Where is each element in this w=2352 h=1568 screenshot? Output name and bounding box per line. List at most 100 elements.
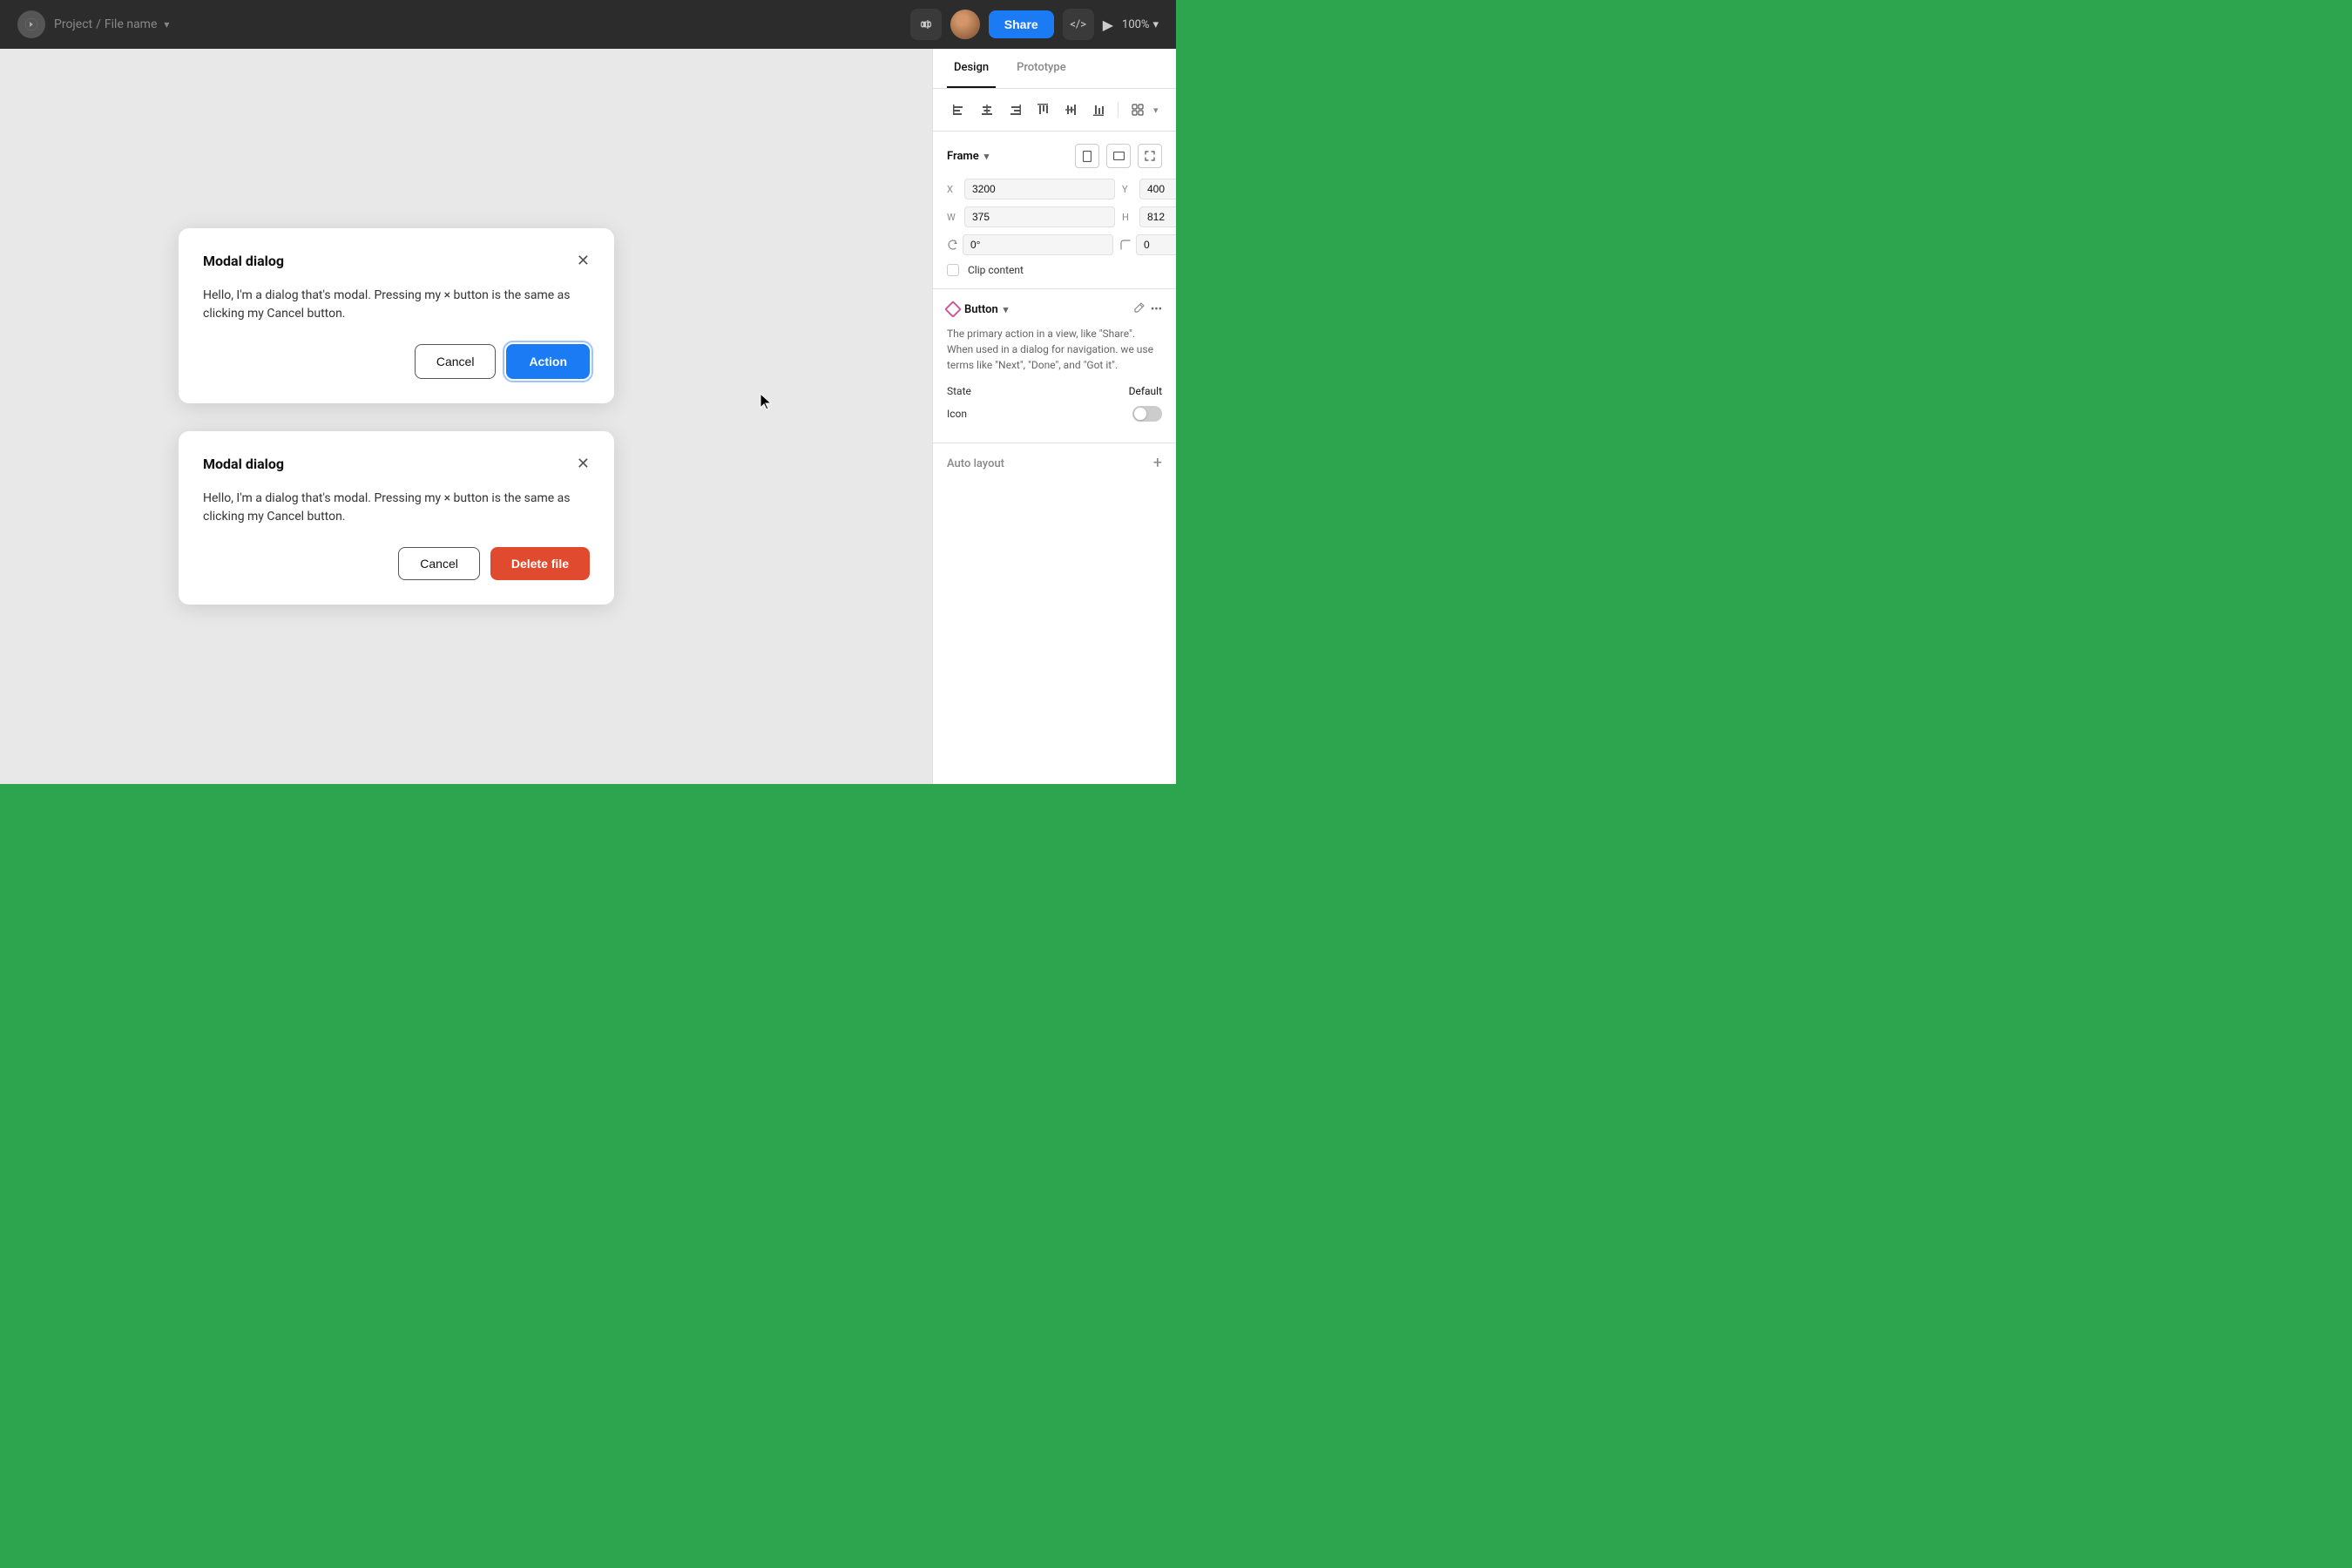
clip-content-label: Clip content (968, 264, 1024, 276)
corner-field (1120, 234, 1176, 255)
modal-footer-2: Cancel Delete file (203, 547, 590, 580)
modal-body-1: Hello, I'm a dialog that's modal. Pressi… (203, 287, 590, 323)
breadcrumb-separator: / (96, 17, 101, 31)
modal-header-2: Modal dialog ✕ (203, 456, 590, 472)
landscape-frame-icon[interactable] (1106, 144, 1131, 168)
panel-tabs: Design Prototype (933, 49, 1176, 89)
auto-layout-header: Auto layout + (947, 456, 1162, 471)
clip-content-checkbox[interactable] (947, 264, 959, 276)
icon-toggle[interactable] (1132, 406, 1162, 422)
state-label: State (947, 385, 971, 397)
xywh-grid: X Y W H (947, 179, 1162, 227)
edit-component-icon[interactable] (1133, 301, 1146, 317)
icon-row: Icon (947, 406, 1162, 422)
h-label: H (1122, 212, 1134, 223)
cancel-button-2[interactable]: Cancel (398, 547, 480, 580)
align-middle-v-icon[interactable] (1058, 98, 1083, 122)
rotation-input[interactable] (963, 234, 1113, 255)
component-chevron-icon: ▾ (1004, 304, 1009, 315)
align-right-icon[interactable] (1003, 98, 1027, 122)
code-icon: </> (1070, 18, 1086, 31)
component-header: Button ▾ ••• (947, 301, 1162, 317)
zoom-chevron-icon: ▾ (1152, 18, 1159, 31)
x-input[interactable] (964, 179, 1115, 199)
align-toolbar: ▾ (933, 89, 1176, 132)
tab-design[interactable]: Design (947, 49, 996, 88)
audio-icon[interactable] (910, 9, 942, 40)
align-center-h-icon[interactable] (975, 98, 999, 122)
x-label: X (947, 184, 959, 195)
align-bottom-icon[interactable] (1086, 98, 1111, 122)
modal-close-1[interactable]: ✕ (577, 253, 590, 269)
modal-body-2: Hello, I'm a dialog that's modal. Pressi… (203, 490, 590, 526)
component-title[interactable]: Button ▾ (947, 303, 1008, 316)
align-divider (1118, 102, 1119, 118)
resize-icon[interactable] (1138, 144, 1162, 168)
frame-section: Frame ▾ X (933, 132, 1176, 289)
rotation-row (947, 234, 1162, 255)
modal-title-1: Modal dialog (203, 253, 284, 269)
state-value: Default (1129, 385, 1162, 397)
modal-header-1: Modal dialog ✕ (203, 253, 590, 269)
component-description: The primary action in a view, like "Shar… (947, 326, 1162, 373)
w-input[interactable] (964, 206, 1115, 227)
modal-title-2: Modal dialog (203, 456, 284, 472)
share-button[interactable]: Share (989, 10, 1054, 38)
component-section: Button ▾ ••• The primary action in a vie… (933, 289, 1176, 443)
breadcrumb: Project / File name ▾ (54, 17, 169, 31)
align-left-icon[interactable] (947, 98, 971, 122)
component-actions: ••• (1133, 301, 1162, 317)
corner-input[interactable] (1136, 234, 1176, 255)
code-view-button[interactable]: </> (1063, 9, 1094, 40)
grid-icon[interactable] (1125, 98, 1150, 122)
topbar-right: Share </> ▶ 100% ▾ (910, 9, 1159, 40)
modal-dialog-2: Modal dialog ✕ Hello, I'm a dialog that'… (179, 431, 614, 605)
dialogs-container: Modal dialog ✕ Hello, I'm a dialog that'… (179, 228, 614, 605)
topbar-left: Project / File name ▾ (17, 10, 169, 38)
rotation-icon (947, 240, 957, 250)
chevron-down-icon[interactable]: ▾ (164, 18, 169, 30)
h-field: H (1122, 206, 1176, 227)
portrait-frame-icon[interactable] (1075, 144, 1099, 168)
topbar: Project / File name ▾ Share </> ▶ 100% (0, 0, 1176, 49)
play-button[interactable]: ▶ (1103, 17, 1113, 33)
figma-logo[interactable] (17, 10, 45, 38)
breadcrumb-project[interactable]: Project (54, 17, 92, 31)
frame-label: Frame (947, 150, 979, 163)
corner-radius-icon (1120, 240, 1131, 250)
zoom-control[interactable]: 100% ▾ (1122, 18, 1159, 31)
component-icon (944, 301, 962, 318)
action-button-1[interactable]: Action (506, 344, 590, 379)
cancel-button-1[interactable]: Cancel (415, 344, 497, 379)
avatar[interactable] (950, 10, 980, 39)
frame-title[interactable]: Frame ▾ (947, 150, 989, 163)
modal-dialog-1: Modal dialog ✕ Hello, I'm a dialog that'… (179, 228, 614, 403)
frame-chevron-icon: ▾ (984, 151, 990, 162)
x-field: X (947, 179, 1115, 199)
grid-chevron-icon[interactable]: ▾ (1153, 105, 1159, 116)
frame-options (1075, 144, 1162, 168)
state-row: State Default (947, 385, 1162, 397)
auto-layout-label: Auto layout (947, 457, 1004, 470)
add-auto-layout-button[interactable]: + (1153, 456, 1162, 471)
align-top-icon[interactable] (1031, 98, 1055, 122)
tab-prototype[interactable]: Prototype (1010, 49, 1073, 88)
frame-section-header: Frame ▾ (947, 144, 1162, 168)
delete-button-2[interactable]: Delete file (490, 547, 590, 580)
w-field: W (947, 206, 1115, 227)
breadcrumb-filename[interactable]: File name (105, 17, 158, 31)
clip-row: Clip content (947, 264, 1162, 276)
w-label: W (947, 212, 959, 223)
component-name: Button (964, 303, 998, 316)
zoom-level: 100% (1122, 18, 1149, 31)
modal-close-2[interactable]: ✕ (577, 456, 590, 472)
more-options-icon[interactable]: ••• (1151, 303, 1162, 316)
toggle-knob (1134, 408, 1146, 420)
y-input[interactable] (1139, 179, 1176, 199)
h-input[interactable] (1139, 206, 1176, 227)
rotation-field (947, 234, 1113, 255)
right-panel: Design Prototype (932, 49, 1176, 784)
main: Modal dialog ✕ Hello, I'm a dialog that'… (0, 49, 1176, 784)
modal-footer-1: Cancel Action (203, 344, 590, 379)
canvas[interactable]: Modal dialog ✕ Hello, I'm a dialog that'… (0, 49, 932, 784)
